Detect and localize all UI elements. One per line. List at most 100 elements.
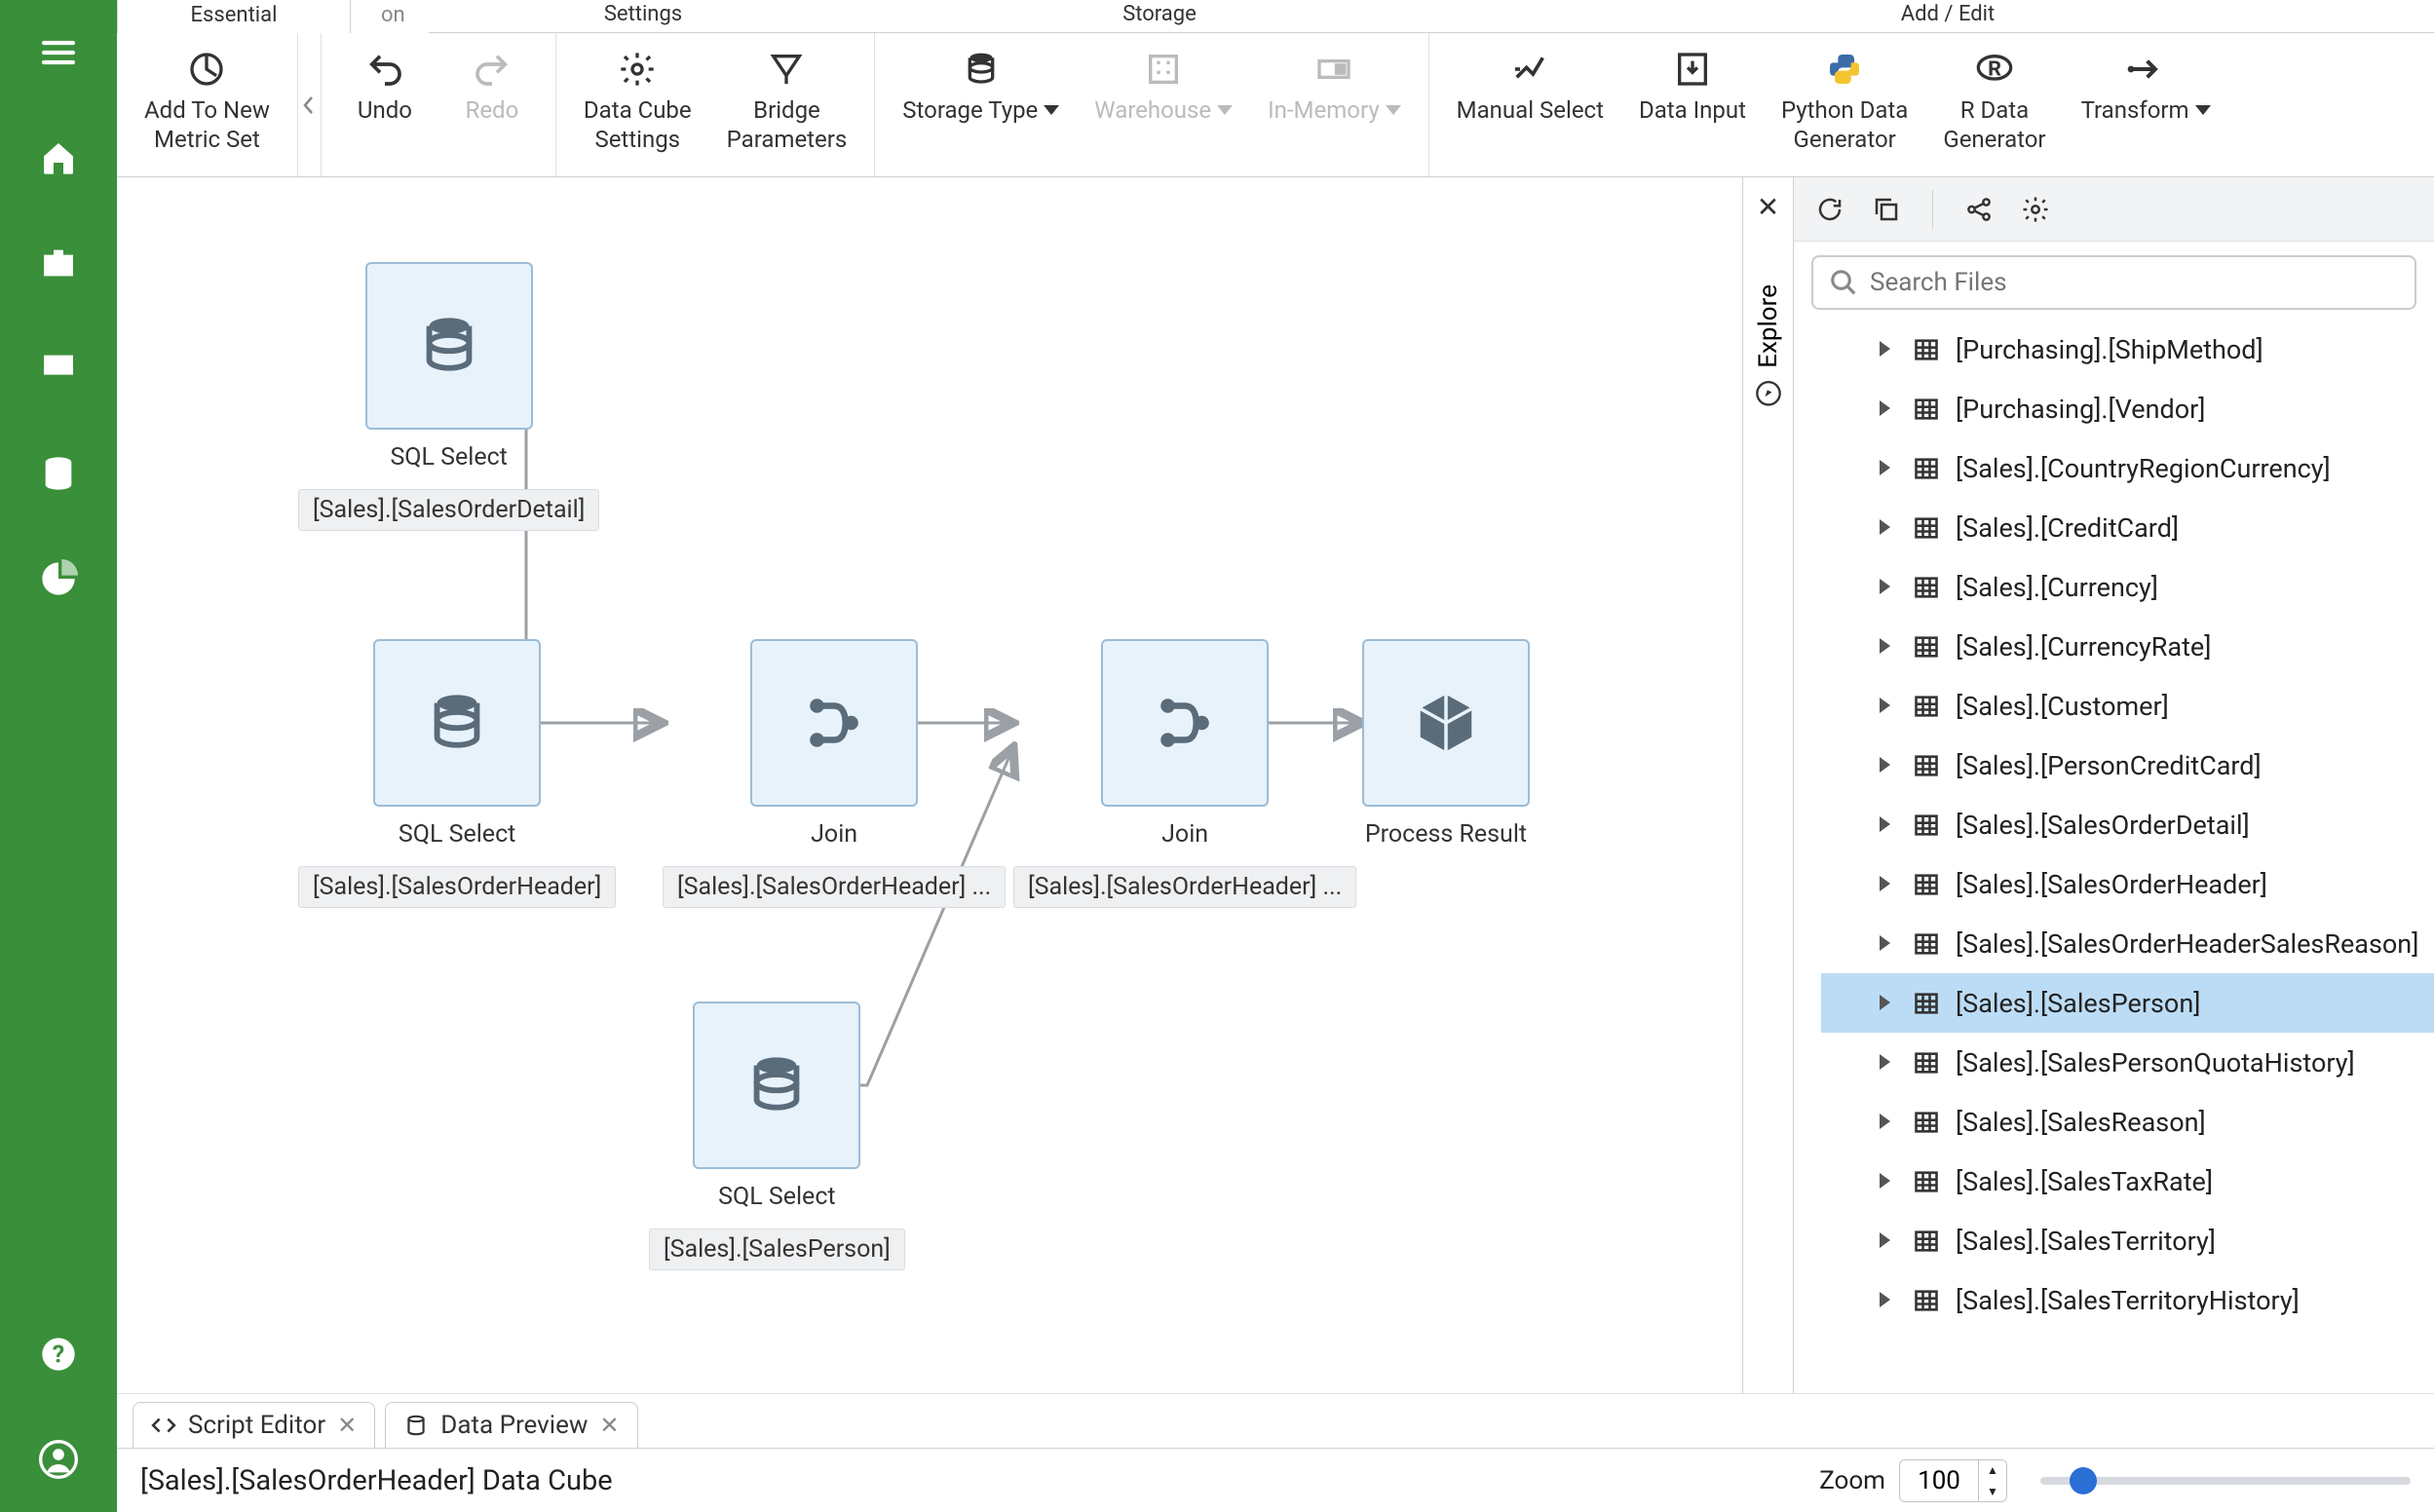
tree-item[interactable]: [Purchasing].[Vendor] — [1821, 379, 2434, 438]
table-icon — [1913, 1228, 1940, 1255]
user-icon[interactable] — [35, 1436, 82, 1483]
node-sql-select-1[interactable]: SQL Select [Sales].[SalesOrderDetail] — [298, 262, 599, 531]
chevron-right-icon — [1880, 638, 1897, 656]
node-join-1[interactable]: Join [Sales].[SalesOrderHeader] ... — [663, 639, 1006, 908]
tree-item[interactable]: [Sales].[CurrencyRate] — [1821, 617, 2434, 676]
tab-script-editor[interactable]: Script Editor ✕ — [133, 1402, 375, 1448]
explore-tree: [Purchasing].[ShipMethod] [Purchasing].[… — [1794, 320, 2434, 1393]
briefcase-icon[interactable] — [35, 240, 82, 286]
tree-item-label: [Sales].[Currency] — [1956, 572, 2158, 603]
main-area: Essential on Settings Storage Add / Edit… — [117, 0, 2434, 1512]
tree-item[interactable]: [Sales].[SalesOrderDetail] — [1821, 795, 2434, 854]
node-label: SQL Select — [718, 1183, 835, 1211]
close-icon[interactable]: ✕ — [599, 1412, 619, 1439]
home-icon[interactable] — [35, 134, 82, 181]
in-memory-button[interactable]: In-Memory — [1250, 33, 1419, 176]
tree-item[interactable]: [Sales].[SalesTaxRate] — [1821, 1152, 2434, 1211]
branch-icon — [1151, 689, 1219, 757]
tab-essential[interactable]: Essential — [117, 0, 351, 33]
bridge-parameters-button[interactable]: Bridge Parameters — [709, 33, 865, 176]
database-icon — [415, 312, 483, 380]
explore-toolbar — [1794, 177, 2434, 242]
tree-item[interactable]: [Sales].[CreditCard] — [1821, 498, 2434, 557]
search-icon — [1829, 268, 1858, 297]
tree-item-label: [Purchasing].[Vendor] — [1956, 394, 2205, 425]
data-input-button[interactable]: Data Input — [1621, 33, 1764, 176]
ribbon-tab-row: Essential on Settings Storage Add / Edit — [117, 0, 2434, 33]
chevron-right-icon — [1880, 1292, 1897, 1309]
section-settings: Settings — [429, 0, 857, 32]
chevron-right-icon — [1880, 1232, 1897, 1250]
zoom-slider[interactable] — [2040, 1477, 2411, 1485]
zoom-up-icon[interactable]: ▲ — [1979, 1459, 2006, 1481]
tree-item[interactable]: [Sales].[SalesOrderHeader] — [1821, 854, 2434, 914]
node-join-2[interactable]: Join [Sales].[SalesOrderHeader] ... — [1013, 639, 1356, 908]
chevron-right-icon — [1880, 1114, 1897, 1131]
table-icon — [1913, 990, 1940, 1017]
tree-item-label: [Sales].[SalesOrderDetail] — [1956, 810, 2250, 841]
chevron-right-icon — [1880, 1054, 1897, 1072]
refresh-icon[interactable] — [1813, 193, 1846, 226]
zoom-down-icon[interactable]: ▼ — [1979, 1481, 2006, 1502]
transform-button[interactable]: Transform — [2064, 33, 2228, 176]
tree-item[interactable]: [Sales].[SalesTerritory] — [1821, 1211, 2434, 1270]
tree-item[interactable]: [Sales].[SalesPerson] — [1821, 973, 2434, 1033]
tree-item[interactable]: [Sales].[SalesPersonQuotaHistory] — [1821, 1033, 2434, 1092]
gear-icon[interactable] — [2019, 193, 2052, 226]
copy-icon[interactable] — [1870, 193, 1903, 226]
tree-item[interactable]: [Sales].[Currency] — [1821, 557, 2434, 617]
tree-item[interactable]: [Sales].[SalesTerritoryHistory] — [1821, 1270, 2434, 1330]
hamburger-icon[interactable] — [35, 29, 82, 76]
presentation-icon[interactable] — [35, 345, 82, 392]
python-generator-button[interactable]: Python Data Generator — [1764, 33, 1925, 176]
tab-partial[interactable]: on — [351, 0, 429, 33]
node-sql-select-3[interactable]: SQL Select [Sales].[SalesPerson] — [649, 1002, 905, 1270]
zoom-slider-knob[interactable] — [2070, 1467, 2097, 1494]
undo-button[interactable]: Undo — [331, 33, 438, 176]
r-generator-button[interactable]: R R Data Generator — [1925, 33, 2063, 176]
add-to-metric-set-button[interactable]: Add To New Metric Set — [127, 33, 287, 176]
table-icon — [1913, 396, 1940, 423]
node-label: SQL Select — [390, 443, 507, 472]
tree-item[interactable]: [Purchasing].[ShipMethod] — [1821, 320, 2434, 379]
zoom-stepper[interactable]: ▲ ▼ — [1899, 1459, 2007, 1502]
warehouse-button[interactable]: Warehouse — [1077, 33, 1250, 176]
tree-item-label: [Sales].[SalesTerritory] — [1956, 1226, 2216, 1257]
data-cube-settings-button[interactable]: Data Cube Settings — [566, 33, 709, 176]
table-icon — [1913, 633, 1940, 661]
explore-tab-label[interactable]: Explore — [1754, 284, 1783, 407]
tree-item[interactable]: [Sales].[CountryRegionCurrency] — [1821, 438, 2434, 498]
tab-data-preview[interactable]: Data Preview ✕ — [385, 1402, 637, 1448]
search-input[interactable] — [1811, 255, 2416, 310]
close-icon[interactable]: ✕ — [337, 1412, 357, 1439]
ribbon-scroll-left[interactable] — [298, 33, 322, 176]
table-icon — [1913, 514, 1940, 542]
tree-item[interactable]: [Sales].[PersonCreditCard] — [1821, 736, 2434, 795]
section-add-edit: Add / Edit — [1462, 0, 2434, 32]
share-icon[interactable] — [1962, 193, 1996, 226]
node-sql-select-2[interactable]: SQL Select [Sales].[SalesOrderHeader] — [298, 639, 616, 908]
database-icon — [423, 689, 491, 757]
storage-type-button[interactable]: Storage Type — [885, 33, 1077, 176]
help-icon[interactable]: ? — [35, 1331, 82, 1378]
table-icon — [1913, 930, 1940, 958]
node-sublabel: [Sales].[SalesOrderHeader] ... — [663, 866, 1006, 908]
tree-item[interactable]: [Sales].[SalesReason] — [1821, 1092, 2434, 1152]
table-icon — [1913, 812, 1940, 839]
design-canvas[interactable]: SQL Select [Sales].[SalesOrderDetail] SQ… — [117, 177, 1742, 1393]
pie-chart-icon[interactable] — [35, 555, 82, 602]
node-process-result[interactable]: Process Result — [1362, 639, 1530, 849]
tree-item[interactable]: [Sales].[Customer] — [1821, 676, 2434, 736]
explore-panel: ✕ Explore — [1742, 177, 2434, 1393]
node-sublabel: [Sales].[SalesOrderDetail] — [298, 489, 599, 531]
close-icon[interactable]: ✕ — [1749, 187, 1788, 226]
svg-text:R: R — [1988, 57, 2001, 82]
manual-select-button[interactable]: Manual Select — [1439, 33, 1621, 176]
chevron-right-icon — [1880, 519, 1897, 537]
chevron-right-icon — [1880, 876, 1897, 893]
database-icon[interactable] — [35, 450, 82, 497]
chevron-down-icon — [1044, 105, 1059, 115]
redo-button[interactable]: Redo — [438, 33, 546, 176]
tree-item[interactable]: [Sales].[SalesOrderHeaderSalesReason] — [1821, 914, 2434, 973]
status-bar: [Sales].[SalesOrderHeader] Data Cube Zoo… — [117, 1448, 2434, 1512]
